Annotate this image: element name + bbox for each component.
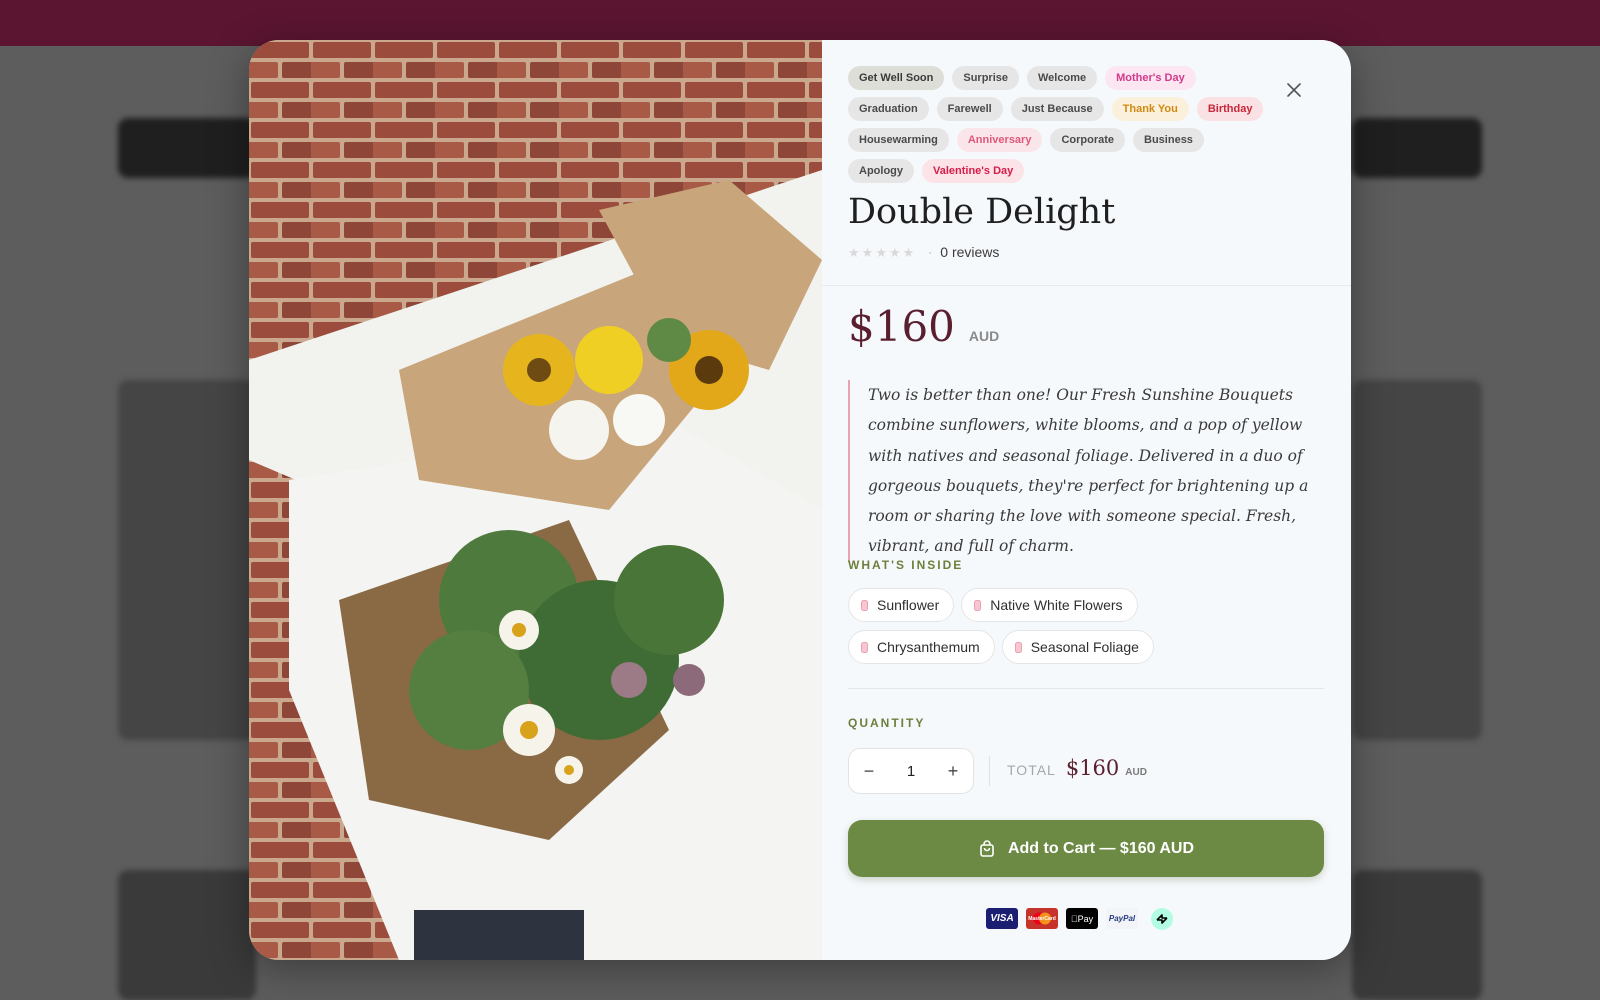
occasion-tag[interactable]: Just Because <box>1010 97 1104 121</box>
star-icon: ★ <box>902 244 915 260</box>
total-price: $160 <box>1065 756 1120 780</box>
reviews-link[interactable]: 0 reviews <box>940 244 999 260</box>
add-to-cart-button[interactable]: Add to Cart — $160 AUD <box>848 820 1324 877</box>
total-label: TOTAL <box>1007 762 1056 778</box>
divider <box>848 688 1324 689</box>
total-row: TOTAL $160 AUD <box>1007 756 1147 786</box>
ingredient-chip: Sunflower <box>848 588 955 622</box>
occasion-tag[interactable]: Anniversary <box>956 128 1043 152</box>
ingredient-label: Native White Flowers <box>990 597 1123 613</box>
star-icon: ★ <box>888 244 901 260</box>
background-block <box>1352 118 1482 178</box>
price-currency: AUD <box>968 328 1000 344</box>
occasion-tag[interactable]: Apology <box>848 159 914 183</box>
occasion-tag[interactable]: Graduation <box>848 97 929 121</box>
product-title: Double Delight <box>848 192 1116 232</box>
occasion-tag[interactable]: Get Well Soon <box>848 66 945 90</box>
flower-stem-icon <box>974 599 982 611</box>
quantity-stepper: − 1 + <box>848 748 974 794</box>
apple-pay-icon:  Pay <box>1066 908 1098 929</box>
occasion-tag[interactable]: Birthday <box>1196 97 1264 121</box>
ingredient-chip: Native White Flowers <box>961 588 1138 622</box>
whats-inside-label: WHAT'S INSIDE <box>848 558 964 572</box>
flower-stem-icon <box>1014 641 1022 653</box>
occasion-tag[interactable]: Valentine's Day <box>922 159 1025 183</box>
mastercard-icon: MasterCard <box>1026 908 1058 929</box>
occasion-tag[interactable]: Farewell <box>936 97 1003 121</box>
separator-dot: · <box>928 245 933 259</box>
occasion-tag[interactable]: Business <box>1133 128 1204 152</box>
add-to-cart-label: Add to Cart — $160 AUD <box>1007 839 1195 857</box>
star-icon: ★ <box>875 244 887 260</box>
ingredient-label: Chrysanthemum <box>877 639 980 655</box>
flower-stem-icon <box>861 599 868 611</box>
product-photo <box>249 40 822 960</box>
occasion-tag[interactable]: Housewarming <box>848 128 949 152</box>
occasion-tag[interactable]: Thank You <box>1111 97 1189 121</box>
divider <box>822 285 1351 286</box>
quantity-value[interactable]: 1 <box>907 763 915 780</box>
occasion-tag[interactable]: Surprise <box>952 66 1019 90</box>
star-rating: ★ ★ ★ ★ ★ <box>848 246 914 259</box>
background-card <box>1352 380 1482 740</box>
divider <box>989 756 990 786</box>
close-button[interactable] <box>1282 78 1306 102</box>
afterpay-icon <box>1146 907 1178 930</box>
ingredient-label: Seasonal Foliage <box>1030 639 1139 655</box>
rating-row: ★ ★ ★ ★ ★ · 0 reviews <box>848 242 999 262</box>
price-row: $160 AUD <box>848 302 999 351</box>
background-card <box>118 380 256 740</box>
background-card <box>118 870 256 1000</box>
visa-icon: VISA <box>986 908 1018 929</box>
occasion-tag[interactable]: Corporate <box>1050 128 1126 152</box>
ingredient-chip: Chrysanthemum <box>848 630 995 664</box>
product-modal: Get Well Soon Surprise Welcome Mother's Day… <box>249 40 1351 960</box>
ingredient-label: Sunflower <box>877 597 940 613</box>
product-details-panel: Get Well Soon Surprise Welcome Mother's Day… <box>822 40 1351 960</box>
whats-inside-list: Sunflower Native White Flowers Chrysanthem… <box>848 588 1288 664</box>
occasion-tag[interactable]: Welcome <box>1027 66 1098 90</box>
product-price: $160 <box>848 302 955 351</box>
star-icon: ★ <box>848 244 860 260</box>
product-description: Two is better than one! Our Fresh Sunshi… <box>848 380 1330 562</box>
total-currency: AUD <box>1125 767 1147 778</box>
quantity-label: QUANTITY <box>848 716 926 730</box>
ingredient-chip: Seasonal Foliage <box>1001 630 1154 664</box>
star-icon: ★ <box>861 244 874 260</box>
background-card <box>1352 870 1482 1000</box>
background-block <box>118 118 256 178</box>
close-icon <box>1287 83 1301 97</box>
increment-button[interactable]: + <box>933 749 973 793</box>
flower-stem-icon <box>861 641 868 653</box>
payment-methods: VISA MasterCard  Pay PayPal <box>986 907 1178 930</box>
shopping-bag-icon <box>980 839 994 857</box>
paypal-icon: PayPal <box>1106 908 1138 929</box>
decrement-button[interactable]: − <box>849 749 889 793</box>
occasion-tags: Get Well Soon Surprise Welcome Mother's Day… <box>848 66 1268 183</box>
occasion-tag[interactable]: Mother's Day <box>1105 66 1196 90</box>
